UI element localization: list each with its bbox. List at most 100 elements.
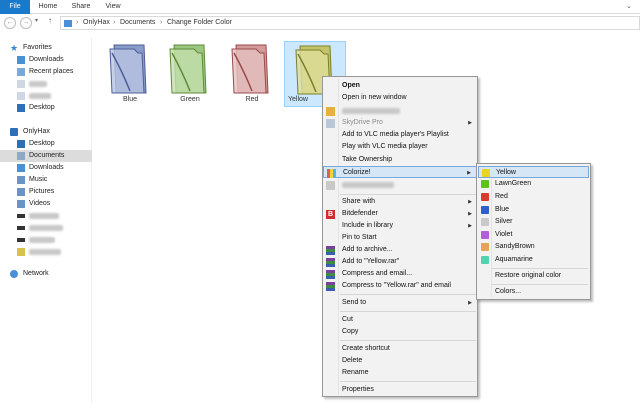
folder-green[interactable]: Green xyxy=(168,43,212,105)
navigation-bar: ← → ▾ ↑ › OnlyHax › Documents › Change F… xyxy=(0,15,640,32)
submenu-arrow-icon: ▶ xyxy=(468,211,472,217)
menu-item-include-in-library[interactable]: Include in library ▶ xyxy=(323,220,477,232)
tab-share[interactable]: Share xyxy=(69,0,93,14)
sidebar-item-recent-places[interactable]: Recent places xyxy=(0,66,92,78)
sidebar-item-drive[interactable] xyxy=(0,222,92,234)
color-swatch-icon xyxy=(481,231,489,239)
expand-ribbon-icon[interactable]: ⌄ xyxy=(626,3,634,11)
breadcrumb-change-folder-color[interactable]: Change Folder Color xyxy=(167,19,232,26)
sidebar-item-blurred[interactable] xyxy=(0,78,92,90)
menu-item-colorize[interactable]: Colorize! ▶ xyxy=(323,166,477,178)
folder-label: Red xyxy=(245,96,259,103)
back-icon[interactable]: ← xyxy=(4,17,16,29)
menu-item-cut[interactable]: Cut xyxy=(323,314,477,326)
sidebar-item-documents[interactable]: Documents xyxy=(0,150,92,162)
breadcrumb-separator: › xyxy=(160,19,163,26)
winrar-icon xyxy=(326,282,335,291)
sidebar-item-pictures[interactable]: Pictures xyxy=(0,186,92,198)
color-swatch-icon xyxy=(481,243,489,251)
folder-icon xyxy=(109,44,147,94)
downloads-icon xyxy=(17,56,25,64)
menu-item-delete[interactable]: Delete xyxy=(323,355,477,367)
bitdefender-icon: B xyxy=(326,210,335,219)
menu-item-send-to[interactable]: Send to ▶ xyxy=(323,297,477,309)
color-option-yellow[interactable]: Yellow xyxy=(478,166,589,178)
tab-home[interactable]: Home xyxy=(37,0,59,14)
menu-item-pin-to-start[interactable]: Pin to Start xyxy=(323,232,477,244)
sidebar-item-desktop[interactable]: Desktop xyxy=(0,138,92,150)
menu-item-vlc-play[interactable]: Play with VLC media player xyxy=(323,141,477,153)
color-option-violet[interactable]: Violet xyxy=(478,229,589,241)
desktop-icon xyxy=(17,104,25,112)
sidebar-item-desktop[interactable]: Desktop xyxy=(0,102,92,114)
color-option-sandybrown[interactable]: SandyBrown xyxy=(478,241,589,253)
skydrive-icon xyxy=(326,119,335,128)
submenu-arrow-icon: ▶ xyxy=(468,199,472,205)
folder-icon xyxy=(64,20,72,27)
menu-item-bitdefender[interactable]: B Bitdefender ▶ xyxy=(323,208,477,220)
menu-item-share-with[interactable]: Share with ▶ xyxy=(323,196,477,208)
menu-item-restore-original-color[interactable]: Restore original color xyxy=(478,270,589,282)
sidebar-item-drive[interactable] xyxy=(0,210,92,222)
menu-item-blurred[interactable] xyxy=(323,179,477,191)
redacted-text xyxy=(29,93,51,99)
tab-view[interactable]: View xyxy=(103,0,123,14)
menu-item-open-new-window[interactable]: Open in new window xyxy=(323,92,477,104)
winrar-icon xyxy=(326,270,335,279)
menu-item-copy[interactable]: Copy xyxy=(323,326,477,338)
drive-icon xyxy=(17,226,25,230)
up-icon[interactable]: ↑ xyxy=(48,16,52,25)
pictures-icon xyxy=(17,188,25,196)
color-option-red[interactable]: Red xyxy=(478,191,589,203)
menu-item-create-shortcut[interactable]: Create shortcut xyxy=(323,343,477,355)
sidebar-item-music[interactable]: Music xyxy=(0,174,92,186)
color-option-blue[interactable]: Blue xyxy=(478,204,589,216)
menu-item-blurred[interactable] xyxy=(323,105,477,117)
menu-item-open[interactable]: Open xyxy=(323,80,477,92)
folder-red[interactable]: Red xyxy=(230,43,274,105)
sidebar-item-network[interactable]: Network xyxy=(0,268,92,280)
sidebar-item-downloads[interactable]: Downloads xyxy=(0,54,92,66)
menu-separator xyxy=(340,194,476,195)
forward-icon[interactable]: → xyxy=(20,17,32,29)
sidebar-item-favorites[interactable]: ★ Favorites xyxy=(0,42,92,54)
submenu-arrow-icon: ▶ xyxy=(468,120,472,126)
color-swatch-icon xyxy=(481,218,489,226)
star-icon: ★ xyxy=(10,43,19,53)
folder-blue[interactable]: Blue xyxy=(108,43,152,105)
color-option-lawngreen[interactable]: LawnGreen xyxy=(478,178,589,190)
drive-icon xyxy=(17,214,25,218)
sidebar-item-drive[interactable] xyxy=(0,246,92,258)
app-icon xyxy=(326,107,335,116)
menu-item-colors[interactable]: Colors... xyxy=(478,286,589,298)
menu-separator xyxy=(340,294,476,295)
breadcrumb-separator: › xyxy=(113,19,116,26)
music-icon xyxy=(17,176,25,184)
address-bar[interactable]: › OnlyHax › Documents › Change Folder Co… xyxy=(60,16,640,30)
menu-item-vlc-playlist[interactable]: Add to VLC media player's Playlist xyxy=(323,129,477,141)
redacted-text xyxy=(342,108,400,114)
sidebar-item-this-pc[interactable]: OnlyHax xyxy=(0,126,92,138)
redacted-text xyxy=(342,182,394,188)
menu-item-skydrive-pro[interactable]: SkyDrive Pro ▶ xyxy=(323,117,477,129)
breadcrumb-documents[interactable]: Documents xyxy=(120,19,155,26)
sidebar-item-drive[interactable] xyxy=(0,234,92,246)
menu-item-compress-email[interactable]: Compress and email... xyxy=(323,268,477,280)
breadcrumb-onlyhax[interactable]: OnlyHax xyxy=(83,19,110,26)
sidebar-item-videos[interactable]: Videos xyxy=(0,198,92,210)
recent-locations-icon[interactable]: ▾ xyxy=(35,17,38,24)
menu-item-compress-rar-email[interactable]: Compress to "Yellow.rar" and email xyxy=(323,280,477,292)
menu-item-add-to-archive[interactable]: Add to archive... xyxy=(323,244,477,256)
menu-item-take-ownership[interactable]: Take Ownership xyxy=(323,154,477,166)
recent-places-icon xyxy=(17,68,25,76)
color-option-aquamarine[interactable]: Aquamarine xyxy=(478,254,589,266)
color-option-silver[interactable]: Silver xyxy=(478,216,589,228)
menu-item-properties[interactable]: Properties xyxy=(323,384,477,396)
menu-item-add-to-rar[interactable]: Add to "Yellow.rar" xyxy=(323,256,477,268)
sidebar-item-blurred[interactable] xyxy=(0,90,92,102)
sidebar-item-downloads[interactable]: Downloads xyxy=(0,162,92,174)
drive-icon xyxy=(17,238,25,242)
tab-file[interactable]: File xyxy=(0,0,30,14)
network-icon xyxy=(10,270,18,278)
menu-item-rename[interactable]: Rename xyxy=(323,367,477,379)
